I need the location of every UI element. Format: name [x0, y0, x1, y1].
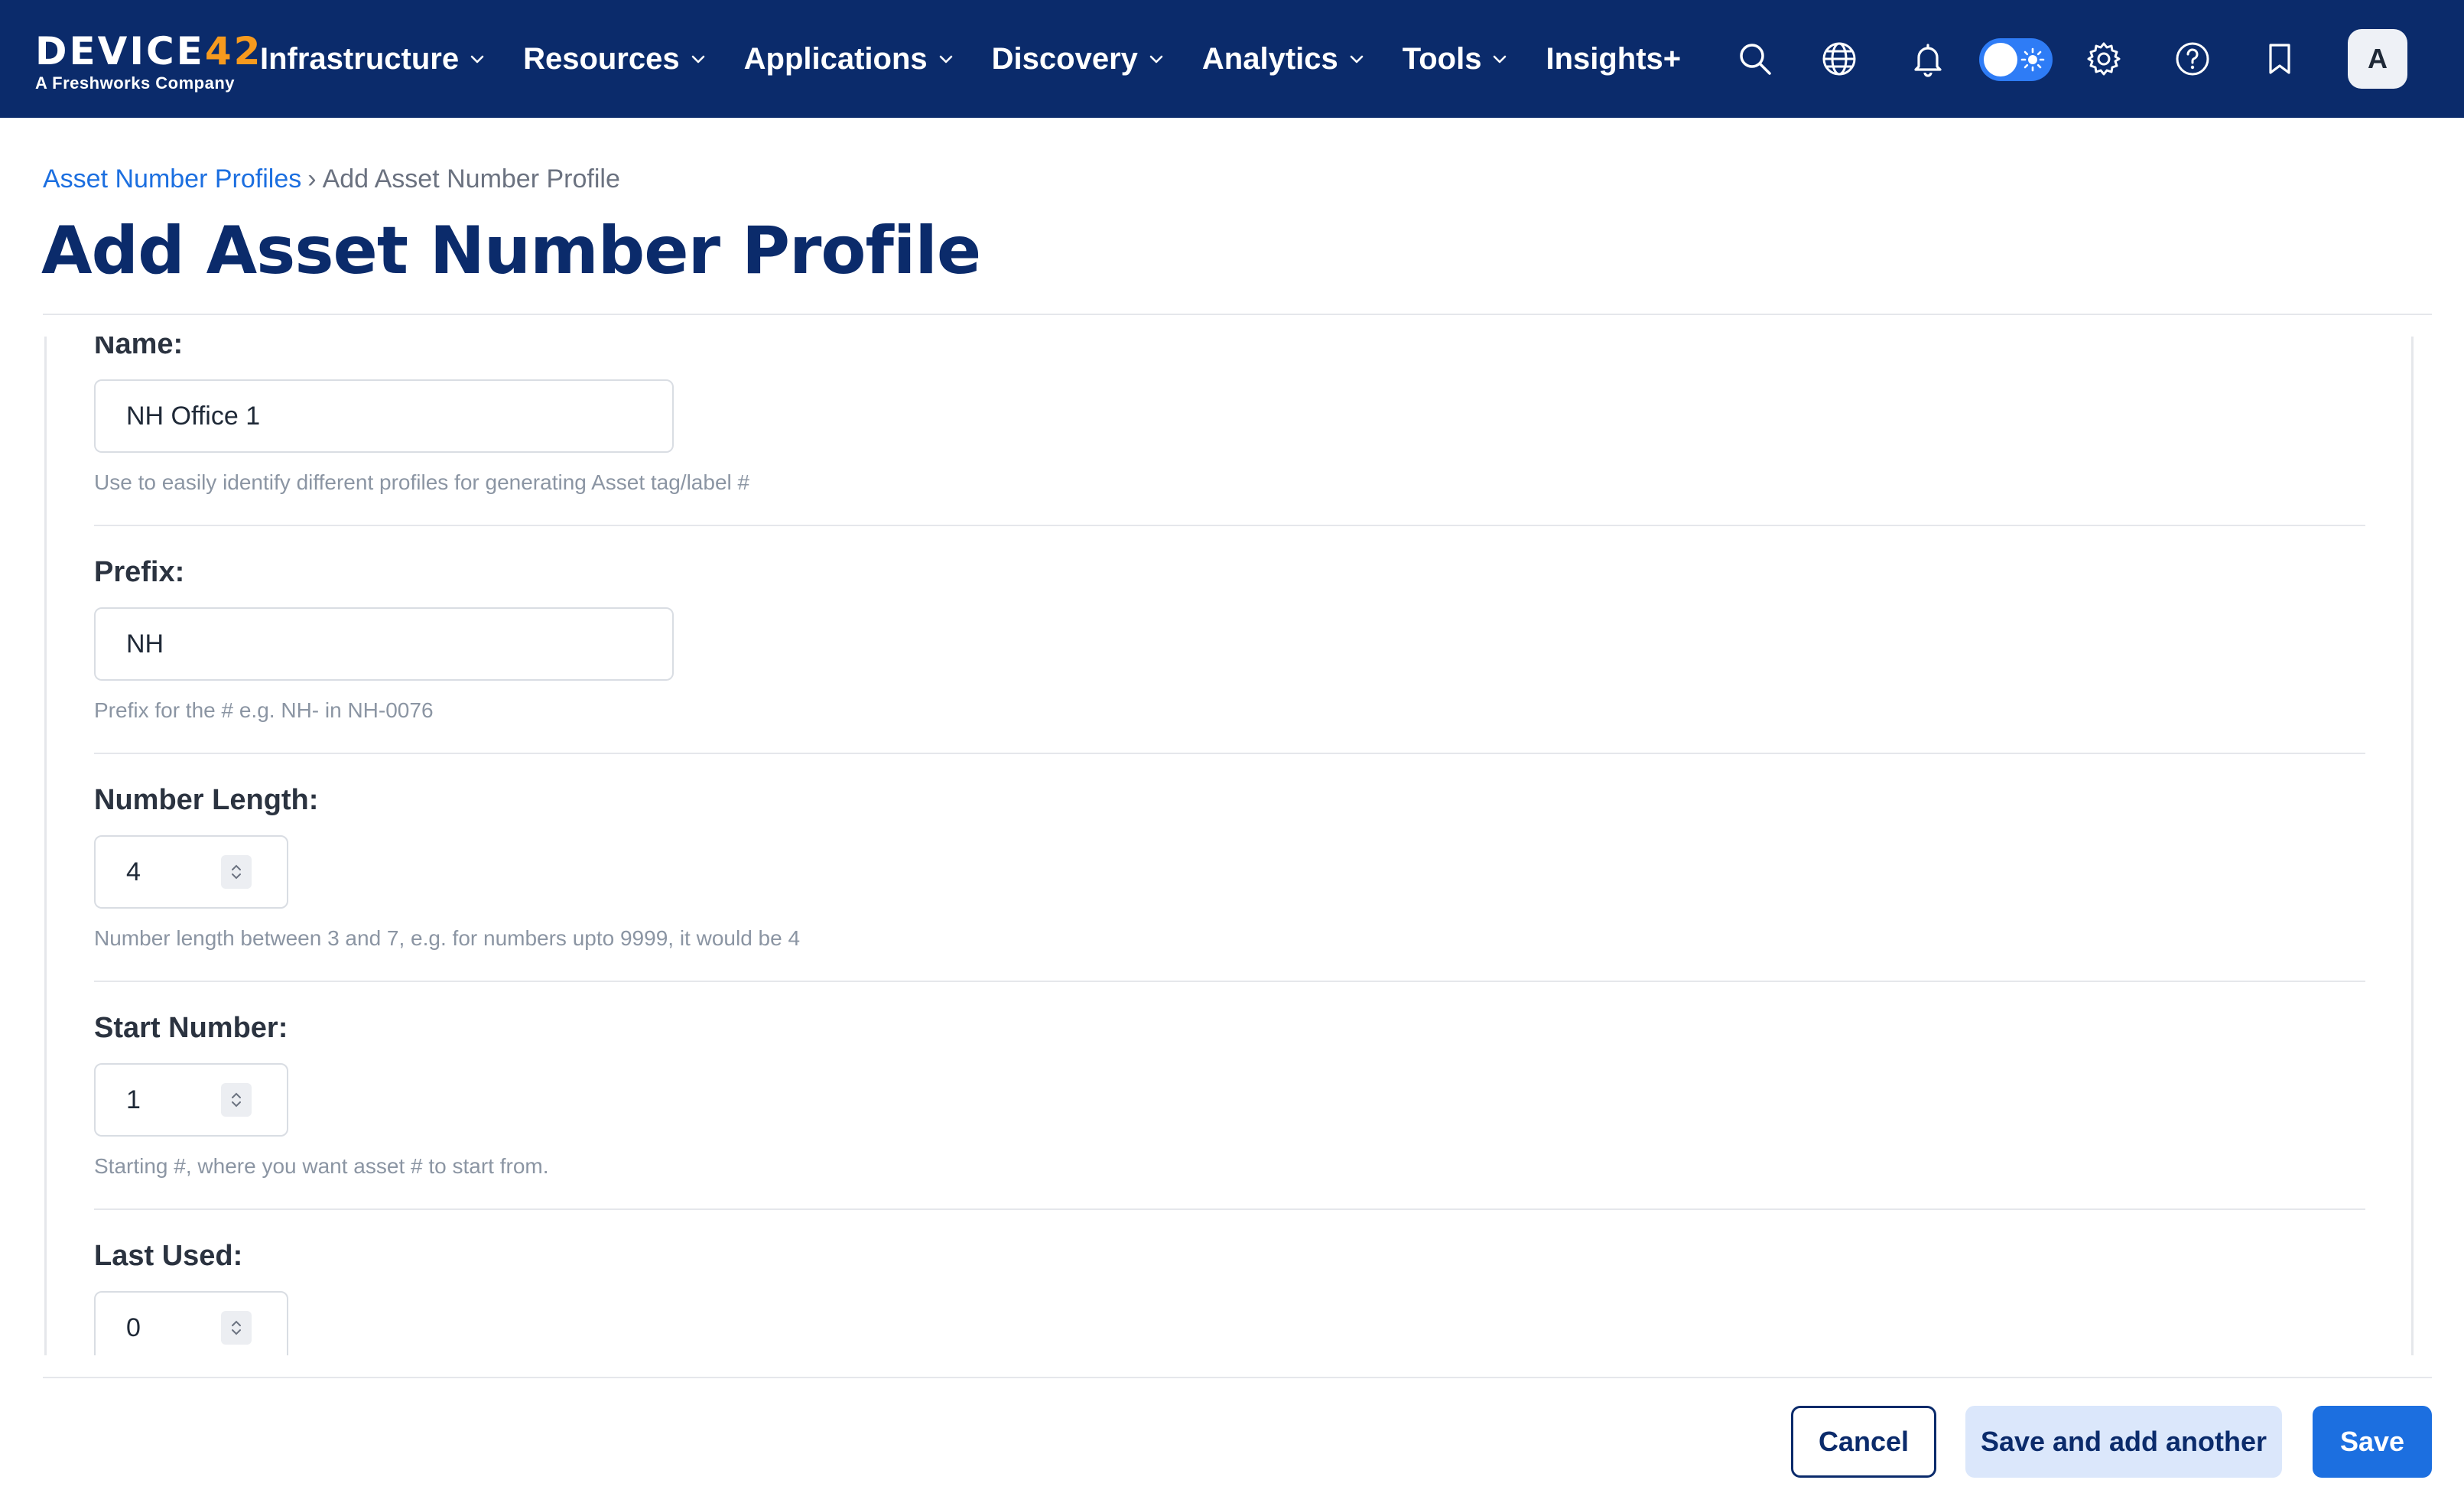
- chevron-down-icon: [1350, 55, 1364, 63]
- last-used-input[interactable]: [96, 1293, 218, 1355]
- device42-logo[interactable]: DEVICE42 A Freshworks Company: [35, 31, 262, 93]
- settings-button[interactable]: [2083, 38, 2124, 80]
- start-number-stepper: [94, 1063, 288, 1137]
- nav-item-discovery[interactable]: Discovery: [992, 42, 1164, 76]
- sun-icon: [2020, 47, 2045, 72]
- field-number-length: Number Length: Number length between 3 a…: [94, 783, 2365, 951]
- chevron-down-icon: [691, 55, 704, 63]
- last-used-stepper: [94, 1291, 288, 1355]
- prefix-help-text: Prefix for the # e.g. NH- in NH-0076: [94, 698, 434, 722]
- field-divider: [94, 981, 2365, 982]
- bookmarks-button[interactable]: [2259, 38, 2300, 80]
- header-divider: [43, 314, 2432, 315]
- field-prefix: Prefix: Prefix for the # e.g. NH- in NH-…: [94, 555, 2365, 724]
- name-help-text: Use to easily identify different profile…: [94, 470, 750, 494]
- page-title: Add Asset Number Profile: [41, 213, 981, 289]
- form-panel: Name: Use to easily identify different p…: [44, 337, 2414, 1355]
- bell-icon: [1914, 44, 1942, 77]
- chevron-up-icon: [232, 1092, 241, 1098]
- number-length-label: Number Length:: [94, 784, 319, 816]
- field-divider: [94, 753, 2365, 754]
- prefix-input[interactable]: [94, 607, 674, 681]
- top-navigation-bar: DEVICE42 A Freshworks Company Infrastruc…: [0, 0, 2464, 118]
- chevron-up-icon: [232, 1320, 241, 1326]
- save-button[interactable]: Save: [2313, 1406, 2432, 1478]
- start-number-input[interactable]: [96, 1065, 218, 1135]
- chevron-down-icon: [232, 1101, 241, 1108]
- search-icon: [1740, 44, 1771, 75]
- user-avatar[interactable]: A: [2348, 29, 2407, 89]
- bookmark-icon: [2269, 44, 2290, 74]
- last-used-label: Last Used:: [94, 1240, 243, 1272]
- breadcrumb: Asset Number Profiles › Add Asset Number P…: [43, 164, 620, 194]
- globe-icon: [1822, 42, 1856, 76]
- chevron-down-icon: [939, 55, 952, 63]
- number-length-input[interactable]: [96, 837, 218, 907]
- nav-item-applications[interactable]: Applications: [744, 42, 954, 76]
- last-used-spinner[interactable]: [221, 1311, 252, 1345]
- breadcrumb-current: Add Asset Number Profile: [322, 164, 620, 194]
- chevron-down-icon: [232, 1329, 241, 1335]
- toggle-knob: [1984, 43, 2017, 76]
- nav-item-resources[interactable]: Resources: [523, 42, 706, 76]
- save-and-add-another-button[interactable]: Save and add another: [1965, 1406, 2282, 1478]
- chevron-down-icon: [232, 873, 241, 880]
- field-divider: [94, 525, 2365, 526]
- number-length-help-text: Number length between 3 and 7, e.g. for …: [94, 926, 801, 950]
- nav-item-tools[interactable]: Tools: [1403, 42, 1508, 76]
- help-icon: [2176, 42, 2209, 76]
- breadcrumb-link-asset-number-profiles[interactable]: Asset Number Profiles: [43, 164, 301, 194]
- number-length-spinner[interactable]: [221, 855, 252, 889]
- footer-divider: [43, 1377, 2432, 1378]
- main-nav: Infrastructure Resources Applications Di…: [260, 0, 1719, 118]
- nav-item-insights[interactable]: Insights+: [1546, 42, 1681, 76]
- field-divider: [94, 1208, 2365, 1210]
- logo-wordmark: DEVICE42: [35, 29, 263, 73]
- nav-item-analytics[interactable]: Analytics: [1202, 42, 1364, 76]
- nav-item-infrastructure[interactable]: Infrastructure: [260, 42, 485, 76]
- start-number-spinner[interactable]: [221, 1083, 252, 1117]
- chevron-down-icon: [1494, 55, 1507, 63]
- start-number-label: Start Number:: [94, 1012, 288, 1044]
- logo-tagline: A Freshworks Company: [35, 73, 236, 93]
- language-button[interactable]: [1819, 38, 1860, 80]
- field-name: Name: Use to easily identify different p…: [94, 337, 2365, 496]
- field-last-used: Last Used:: [94, 1239, 2365, 1355]
- prefix-label: Prefix:: [94, 556, 185, 588]
- help-button[interactable]: [2172, 38, 2213, 80]
- number-length-stepper: [94, 835, 288, 909]
- chevron-down-icon: [1149, 55, 1163, 63]
- start-number-help-text: Starting #, where you want asset # to st…: [94, 1154, 549, 1178]
- theme-toggle[interactable]: [1979, 38, 2053, 81]
- chevron-down-icon: [470, 55, 484, 63]
- chevron-up-icon: [232, 864, 241, 870]
- search-button[interactable]: [1734, 38, 1776, 80]
- gear-icon: [2087, 42, 2121, 76]
- cancel-button[interactable]: Cancel: [1791, 1406, 1936, 1478]
- name-label: Name:: [94, 337, 184, 360]
- field-start-number: Start Number: Starting #, where you want…: [94, 1011, 2365, 1179]
- breadcrumb-separator: ›: [307, 164, 317, 194]
- name-input[interactable]: [94, 379, 674, 453]
- notifications-button[interactable]: [1907, 38, 1949, 80]
